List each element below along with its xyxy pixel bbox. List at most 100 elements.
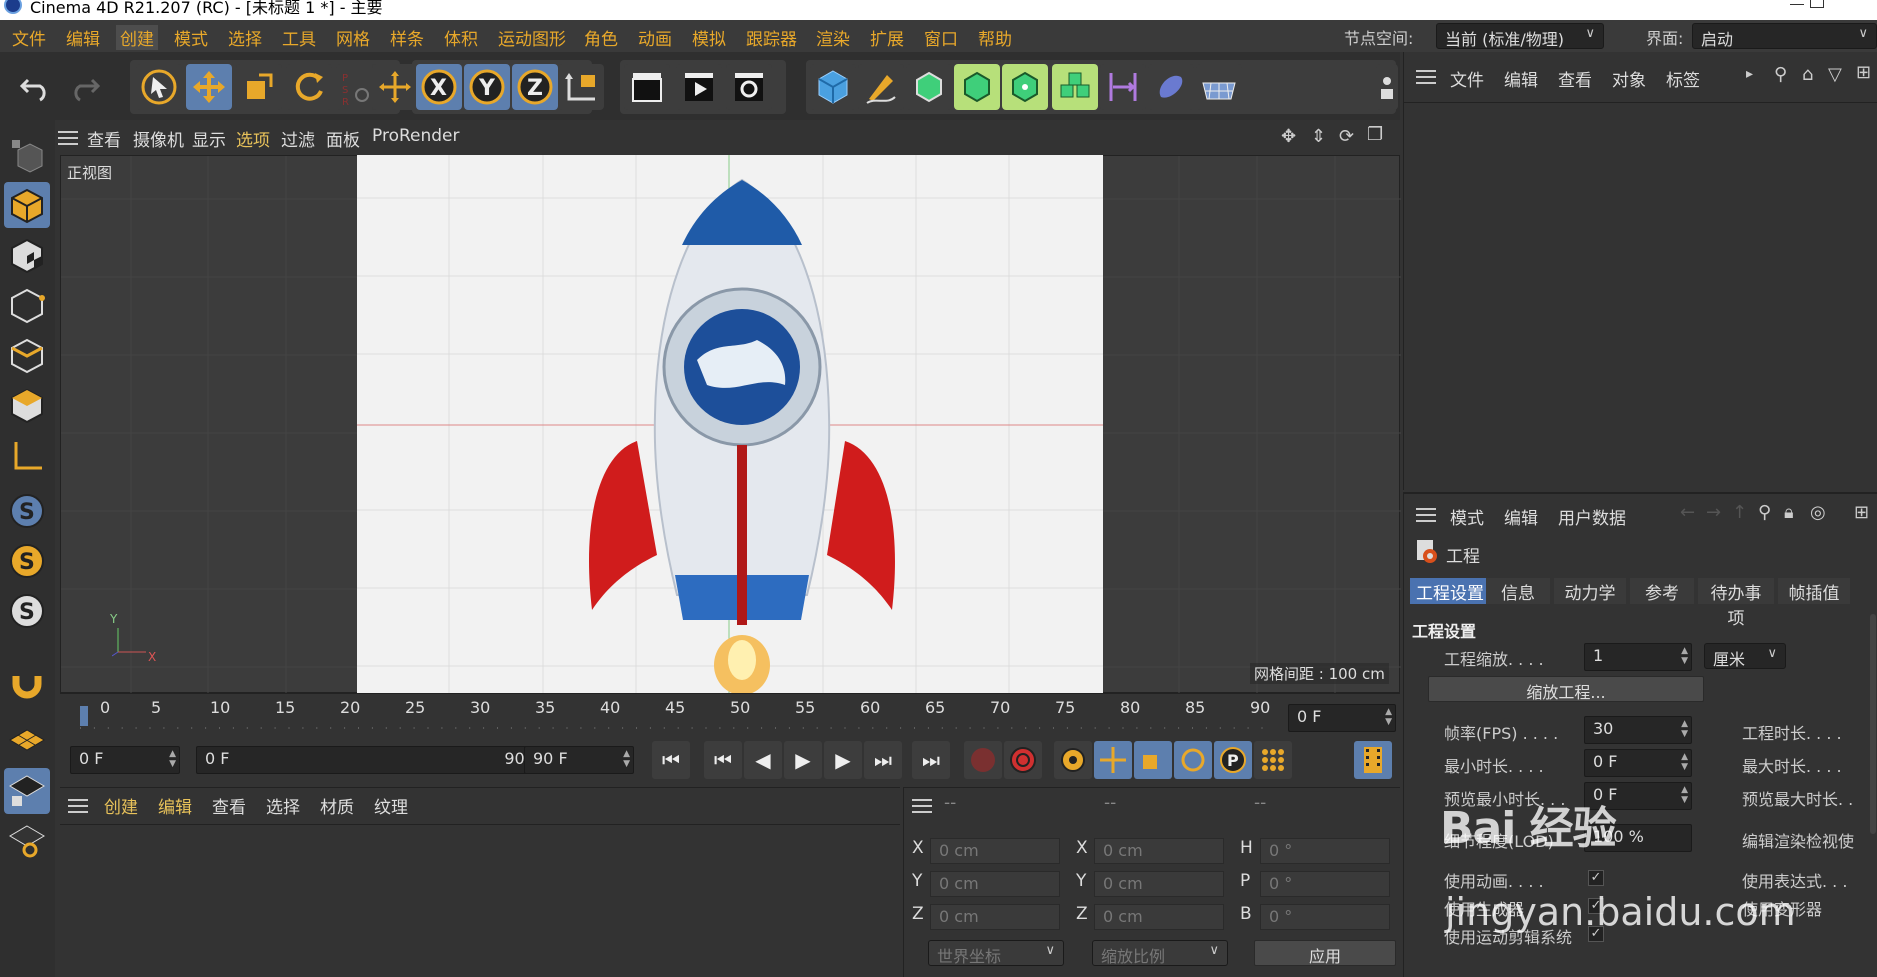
next-frame-button[interactable]: ▶ — [824, 741, 862, 779]
mat-menu-edit[interactable]: 编辑 — [158, 793, 192, 818]
tab-interpolation[interactable]: 帧插值 — [1778, 578, 1850, 604]
menu-window[interactable]: 窗口 — [924, 25, 958, 50]
more-arrow-icon[interactable]: ▸ — [1746, 66, 1753, 82]
undo-button[interactable] — [12, 64, 58, 110]
world-coords-dropdown[interactable]: 世界坐标 ∨ — [928, 940, 1064, 966]
planar-workplane-button[interactable] — [4, 818, 50, 864]
timeline-playhead[interactable] — [80, 706, 88, 726]
spinner-icon[interactable]: ▲ ▼ — [1681, 719, 1688, 739]
deformer-button[interactable] — [1100, 64, 1146, 110]
mograph-cloner-button[interactable] — [1002, 64, 1048, 110]
new-panel-icon[interactable]: ⊞ — [1854, 502, 1869, 523]
pen-button[interactable] — [858, 64, 904, 110]
pos-y-field[interactable]: 0 cm — [930, 871, 1060, 897]
model-mode-button[interactable] — [4, 182, 50, 228]
array-button[interactable] — [1052, 64, 1098, 110]
mat-menu-view[interactable]: 查看 — [212, 793, 246, 818]
camera-button[interactable] — [1376, 64, 1398, 110]
tab-todo[interactable]: 待办事项 — [1698, 578, 1774, 629]
tab-project-settings[interactable]: 工程设置 — [1410, 578, 1490, 604]
menu-create[interactable]: 创建 — [116, 25, 158, 50]
scale-project-button[interactable]: 缩放工程... — [1428, 676, 1704, 702]
lock-icon[interactable]: 🔒︎ — [1784, 502, 1794, 523]
menu-character[interactable]: 角色 — [584, 25, 618, 50]
target-icon[interactable]: ◎ — [1810, 502, 1826, 523]
axis-mode-button[interactable] — [4, 432, 50, 478]
new-panel-icon[interactable]: ⊞ — [1856, 62, 1871, 83]
vp-menu-filter[interactable]: 过滤 — [281, 126, 315, 151]
obj-menu-edit[interactable]: 编辑 — [1504, 66, 1538, 91]
extrude-button[interactable] — [954, 64, 1000, 110]
menu-tracker[interactable]: 跟踪器 — [746, 25, 797, 50]
keyframe-selection-button[interactable] — [1054, 741, 1092, 779]
vp-menu-panel[interactable]: 面板 — [326, 126, 360, 151]
next-key-button[interactable]: ⏭ — [864, 741, 902, 779]
menu-mesh[interactable]: 网格 — [336, 25, 370, 50]
tab-dynamics[interactable]: 动力学 — [1554, 578, 1626, 604]
vp-menu-view[interactable]: 查看 — [87, 126, 121, 151]
play-button[interactable]: ▶ — [784, 741, 822, 779]
vp-menu-prorender[interactable]: ProRender — [372, 126, 460, 146]
obj-menu-file[interactable]: 文件 — [1450, 66, 1484, 91]
mat-menu-select[interactable]: 选择 — [266, 793, 300, 818]
size-z-field[interactable]: 0 cm — [1094, 904, 1224, 930]
menu-spline[interactable]: 样条 — [390, 25, 424, 50]
snap-button[interactable]: S — [4, 488, 50, 534]
spinner-icon[interactable]: ▲ ▼ — [1681, 646, 1688, 666]
search-icon[interactable]: ⚲ — [1758, 502, 1771, 523]
apply-button[interactable]: 应用 — [1254, 940, 1396, 966]
workplane-button[interactable] — [4, 718, 50, 764]
start-frame-field[interactable]: 0 F ▲ ▼ — [70, 746, 180, 774]
size-y-field[interactable]: 0 cm — [1094, 871, 1224, 897]
vp-menu-display[interactable]: 显示 — [192, 126, 226, 151]
redo-button[interactable] — [62, 64, 108, 110]
fps-field[interactable]: 30 ▲ ▼ — [1584, 716, 1692, 744]
record-button[interactable] — [964, 741, 1002, 779]
hamburger-icon[interactable] — [1416, 70, 1436, 84]
pos-x-field[interactable]: 0 cm — [930, 838, 1060, 864]
key-parameter-button[interactable]: P — [1214, 741, 1252, 779]
spinner-icon[interactable]: ▲ ▼ — [623, 749, 630, 769]
y-axis-button[interactable]: Y — [464, 64, 510, 110]
vp-menu-camera[interactable]: 摄像机 — [133, 126, 184, 151]
hamburger-icon[interactable] — [912, 799, 932, 813]
menu-volume[interactable]: 体积 — [444, 25, 478, 50]
project-scale-unit-dropdown[interactable]: 厘米 ∨ — [1704, 643, 1786, 669]
timeline-window-button[interactable] — [1354, 741, 1392, 779]
key-pla-button[interactable] — [1254, 741, 1292, 779]
vp-menu-options[interactable]: 选项 — [236, 126, 270, 151]
obj-menu-object[interactable]: 对象 — [1612, 66, 1646, 91]
menu-file[interactable]: 文件 — [12, 25, 46, 50]
spinner-icon[interactable]: ▲ ▼ — [1681, 785, 1688, 805]
spinner-icon[interactable]: ▲ ▼ — [169, 749, 176, 769]
attr-menu-mode[interactable]: 模式 — [1450, 504, 1484, 529]
rotate-tool-button[interactable] — [286, 64, 332, 110]
minimize-icon[interactable] — [1790, 4, 1804, 5]
search-icon[interactable]: ⚲ — [1774, 64, 1787, 85]
make-editable-button[interactable] — [4, 132, 50, 178]
snap-settings-button[interactable]: S — [4, 588, 50, 634]
menu-mograph[interactable]: 运动图形 — [498, 25, 566, 50]
cube-button[interactable] — [810, 64, 856, 110]
locked-workplane-button[interactable] — [4, 768, 50, 814]
dolly-icon[interactable]: ⇕ — [1311, 126, 1326, 147]
previous-frame-button[interactable]: ◀ — [744, 741, 782, 779]
texture-mode-button[interactable] — [4, 232, 50, 278]
pos-z-field[interactable]: 0 cm — [930, 904, 1060, 930]
x-axis-button[interactable]: X — [416, 64, 462, 110]
menu-select[interactable]: 选择 — [228, 25, 262, 50]
scrollbar[interactable] — [1870, 614, 1876, 834]
scale-ratio-dropdown[interactable]: 缩放比例 ∨ — [1092, 940, 1228, 966]
render-view-button[interactable] — [624, 64, 670, 110]
end-frame-field[interactable]: 90 F ▲ ▼ — [524, 746, 634, 774]
project-scale-field[interactable]: 1 ▲ ▼ — [1584, 643, 1692, 671]
menu-simulate[interactable]: 模拟 — [692, 25, 726, 50]
menu-tools[interactable]: 工具 — [282, 25, 316, 50]
size-x-field[interactable]: 0 cm — [1094, 838, 1224, 864]
menu-mode[interactable]: 模式 — [174, 25, 208, 50]
use-animation-checkbox[interactable]: ✓ — [1588, 870, 1604, 886]
attr-menu-edit[interactable]: 编辑 — [1504, 504, 1538, 529]
min-time-field[interactable]: 0 F ▲ ▼ — [1584, 749, 1692, 777]
coordinate-system-button[interactable] — [558, 64, 604, 110]
timeline-ruler[interactable]: 0 5 10 15 20 25 30 35 40 45 50 55 60 65 … — [60, 693, 1400, 733]
